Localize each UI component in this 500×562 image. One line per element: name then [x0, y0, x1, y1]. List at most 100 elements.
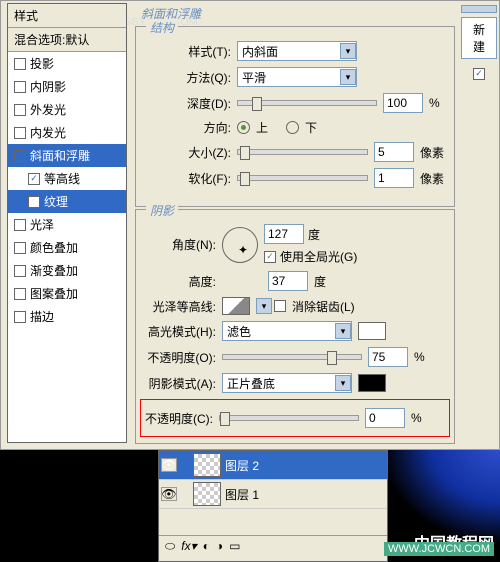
visibility-icon[interactable]: 👁 — [161, 458, 177, 472]
layers-panel: 👁 图层 2 👁 图层 1 ⬭ fx▾ ◐ ◑ ▭ — [158, 450, 388, 562]
checkbox-icon[interactable] — [14, 58, 26, 70]
preview-checkbox[interactable]: ✓ — [473, 68, 485, 80]
link-icon[interactable]: ⬭ — [165, 539, 175, 554]
checkbox-icon[interactable] — [14, 288, 26, 300]
altitude-label: 高度: — [146, 273, 216, 290]
checkbox-icon[interactable] — [14, 242, 26, 254]
style-pattern-overlay[interactable]: 图案叠加 — [8, 282, 126, 305]
checkbox-icon[interactable] — [14, 81, 26, 93]
watermark-url: WWW.JCWCN.COM — [384, 542, 494, 556]
style-inner-glow[interactable]: 内发光 — [8, 121, 126, 144]
structure-fieldset: 结构 样式(T): 内斜面▾ 方法(Q): 平滑▾ 深度(D): % 方向: 上… — [135, 26, 455, 207]
mask-icon[interactable]: ◐ — [203, 539, 210, 554]
shading-title: 阴影 — [146, 202, 178, 219]
new-style-button[interactable]: 新建 — [461, 17, 497, 59]
sidebar-title: 样式 — [8, 4, 126, 28]
checkbox-icon[interactable] — [14, 104, 26, 116]
fx-icon[interactable]: fx▾ — [181, 539, 196, 554]
soften-input[interactable] — [374, 168, 414, 188]
depth-label: 深度(D): — [146, 95, 231, 112]
depth-input[interactable] — [383, 93, 423, 113]
layer-style-dialog: 思缘设计论坛 WWW.MISSYUAN.COM 样式 混合选项:默认 投影 内阴… — [0, 0, 500, 450]
shadow-mode-label: 阴影模式(A): — [146, 375, 216, 392]
checkbox-icon[interactable] — [14, 127, 26, 139]
shadow-mode-select[interactable]: 正片叠底▾ — [222, 373, 352, 393]
shadow-opacity-label: 不透明度(C): — [143, 410, 213, 427]
adjustment-icon[interactable]: ◑ — [216, 539, 223, 554]
highlight-opacity-slider[interactable] — [222, 354, 362, 360]
soften-unit: 像素 — [420, 170, 444, 187]
layer-row[interactable]: 👁 图层 1 — [159, 480, 387, 509]
antialias-checkbox[interactable] — [274, 300, 286, 312]
style-contour[interactable]: ✓等高线 — [8, 167, 126, 190]
style-bevel-emboss[interactable]: ✓斜面和浮雕 — [8, 144, 126, 167]
direction-down-radio[interactable] — [286, 121, 299, 134]
altitude-input[interactable] — [268, 271, 308, 291]
soften-slider[interactable] — [237, 175, 368, 181]
style-drop-shadow[interactable]: 投影 — [8, 52, 126, 75]
checkbox-icon[interactable]: ✓ — [28, 173, 40, 185]
highlight-opacity-input[interactable] — [368, 347, 408, 367]
style-stroke[interactable]: 描边 — [8, 305, 126, 328]
layer-thumbnail[interactable] — [193, 482, 221, 506]
panel-title: 斜面和浮雕 — [133, 3, 457, 24]
angle-label: 角度(N): — [146, 236, 216, 253]
checkbox-icon[interactable] — [14, 265, 26, 277]
layer-row[interactable]: 👁 图层 2 — [159, 451, 387, 480]
method-label: 方法(Q): — [146, 69, 231, 86]
style-texture[interactable]: 纹理 — [8, 190, 126, 213]
size-label: 大小(Z): — [146, 144, 231, 161]
direction-label: 方向: — [146, 119, 231, 136]
size-slider[interactable] — [237, 149, 368, 155]
highlight-opacity-label: 不透明度(O): — [146, 349, 216, 366]
depth-unit: % — [429, 96, 440, 110]
shadow-opacity-input[interactable] — [365, 408, 405, 428]
styles-sidebar: 样式 混合选项:默认 投影 内阴影 外发光 内发光 ✓斜面和浮雕 ✓等高线 纹理… — [7, 3, 127, 443]
blending-options[interactable]: 混合选项:默认 — [8, 28, 126, 52]
method-select[interactable]: 平滑▾ — [237, 67, 357, 87]
checkbox-icon[interactable] — [14, 311, 26, 323]
depth-slider[interactable] — [237, 100, 377, 106]
highlight-mode-select[interactable]: 滤色▾ — [222, 321, 352, 341]
layers-footer: ⬭ fx▾ ◐ ◑ ▭ — [159, 535, 387, 557]
shadow-opacity-slider[interactable] — [219, 415, 359, 421]
chevron-down-icon: ▾ — [335, 323, 351, 339]
size-input[interactable] — [374, 142, 414, 162]
shadow-color[interactable] — [358, 374, 386, 392]
global-light-checkbox[interactable]: ✓ — [264, 251, 276, 263]
style-outer-glow[interactable]: 外发光 — [8, 98, 126, 121]
visibility-icon[interactable]: 👁 — [161, 487, 177, 501]
layer-thumbnail[interactable] — [193, 453, 221, 477]
chevron-down-icon: ▾ — [340, 69, 356, 85]
main-panel: 斜面和浮雕 结构 样式(T): 内斜面▾ 方法(Q): 平滑▾ 深度(D): %… — [133, 3, 457, 443]
size-unit: 像素 — [420, 144, 444, 161]
highlight-annotation: 不透明度(C): % — [140, 399, 450, 437]
ok-button[interactable] — [461, 5, 497, 13]
structure-title: 结构 — [146, 19, 178, 36]
right-buttons: 新建 ✓ — [459, 1, 499, 441]
layer-name: 图层 2 — [225, 457, 259, 474]
contour-label: 光泽等高线: — [146, 298, 216, 315]
chevron-down-icon[interactable]: ▾ — [256, 298, 272, 314]
soften-label: 软化(F): — [146, 170, 231, 187]
angle-input[interactable] — [264, 224, 304, 244]
style-inner-shadow[interactable]: 内阴影 — [8, 75, 126, 98]
checkbox-icon[interactable] — [14, 219, 26, 231]
angle-widget[interactable]: ✦ — [222, 227, 258, 263]
style-gradient-overlay[interactable]: 渐变叠加 — [8, 259, 126, 282]
style-label: 样式(T): — [146, 43, 231, 60]
style-satin[interactable]: 光泽 — [8, 213, 126, 236]
style-select[interactable]: 内斜面▾ — [237, 41, 357, 61]
highlight-color[interactable] — [358, 322, 386, 340]
chevron-down-icon: ▾ — [335, 375, 351, 391]
shading-fieldset: 阴影 角度(N): ✦ 度 ✓ 使用全局光(G) 高度: — [135, 209, 455, 444]
direction-up-radio[interactable] — [237, 121, 250, 134]
contour-picker[interactable] — [222, 297, 250, 315]
checkbox-icon[interactable] — [28, 196, 40, 208]
folder-icon[interactable]: ▭ — [229, 539, 240, 554]
chevron-down-icon: ▾ — [340, 43, 356, 59]
checkbox-icon[interactable]: ✓ — [14, 150, 26, 162]
highlight-mode-label: 高光模式(H): — [146, 323, 216, 340]
style-color-overlay[interactable]: 颜色叠加 — [8, 236, 126, 259]
layer-name: 图层 1 — [225, 486, 259, 503]
